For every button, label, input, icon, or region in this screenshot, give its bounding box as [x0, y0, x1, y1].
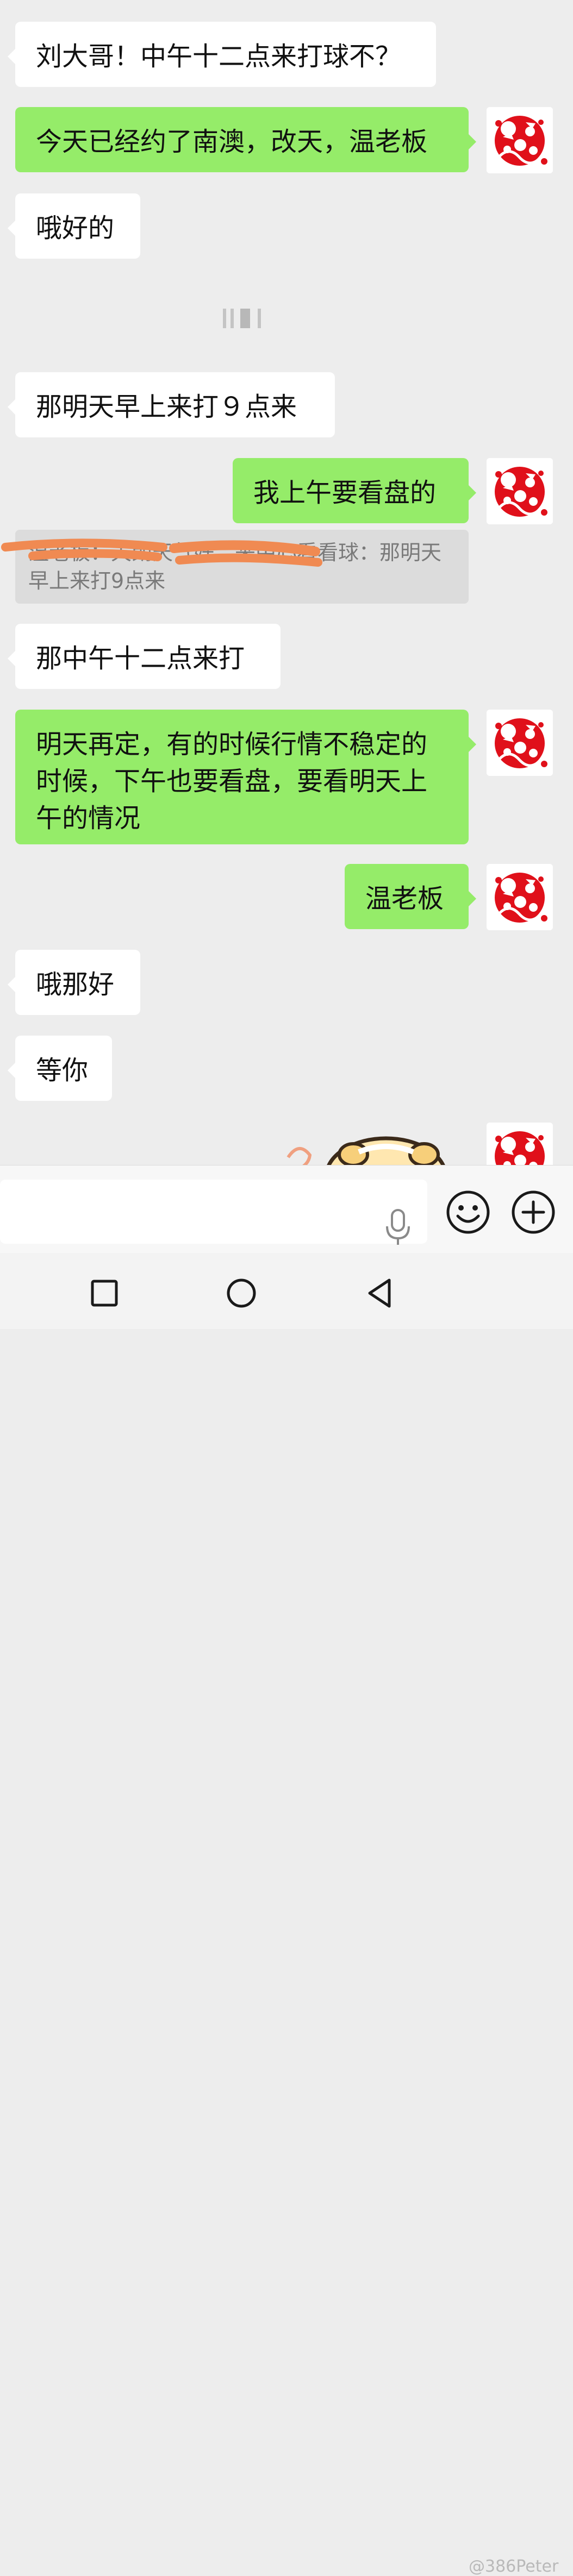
message-text: 那中午十二点来打 [36, 643, 245, 674]
message-text: 今天已经约了南澳，改天，温老板 [36, 127, 428, 157]
message-text: 哦那好 [36, 969, 115, 1000]
avatar[interactable] [487, 107, 553, 173]
message-incoming[interactable]: 刘大哥！中午十二点来打球不？ [8, 22, 436, 87]
avatar[interactable] [487, 1123, 553, 1165]
message-outgoing[interactable]: 今天已经约了南澳，改天，温老板 [15, 107, 476, 172]
message-incoming[interactable]: 哦那好 [8, 950, 140, 1015]
message-text: 刘大哥！中午十二点来打球不？ [36, 41, 402, 72]
message-text: 那明天早上来打９点来 [36, 392, 297, 422]
avatar[interactable] [487, 710, 553, 776]
message-text: 等你 [36, 1055, 89, 1086]
message-incoming[interactable]: 等你 [8, 1036, 112, 1101]
avatar[interactable] [487, 458, 553, 524]
watermark: @386Peter [469, 2557, 559, 2576]
message-text: 我上午要看盘的 [253, 478, 437, 508]
message-incoming[interactable]: 哦好的 [8, 193, 140, 259]
system-navigation-bar: @386Peter [0, 1253, 573, 2576]
emoji-icon[interactable] [446, 1190, 490, 1234]
microphone-icon[interactable] [383, 1208, 413, 1247]
message-outgoing[interactable]: 温老板 [345, 864, 476, 929]
triangle-back-icon[interactable] [363, 1277, 396, 1309]
message-incoming[interactable]: 那中午十二点来打 [8, 624, 281, 689]
circle-icon[interactable] [225, 1277, 258, 1309]
loading-indicator-icon [223, 309, 261, 328]
redaction-scribble [1, 538, 322, 567]
message-text: 哦好的 [36, 213, 115, 243]
message-outgoing[interactable]: 明天再定，有的时候行情不稳定的时候，下午也要看盘，要看明天上午的情况 [15, 710, 476, 844]
square-icon[interactable] [88, 1277, 121, 1309]
message-input[interactable] [0, 1180, 427, 1247]
chat-area[interactable]: 刘大哥！中午十二点来打球不？ 今天已经约了南澳，改天，温老板 哦好的 那明天早上… [0, 0, 573, 1165]
plus-icon[interactable] [511, 1190, 556, 1234]
message-text: 温老板 [365, 883, 444, 914]
input-bar [0, 1165, 573, 1253]
message-text: 明天再定，有的时候行情不稳定的时候，下午也要看盘，要看明天上午的情况 [36, 729, 428, 833]
sticker-image[interactable] [277, 1125, 457, 1165]
message-outgoing[interactable]: 我上午要看盘的 [233, 458, 476, 523]
message-incoming[interactable]: 那明天早上来打９点来 [8, 372, 335, 437]
avatar[interactable] [487, 864, 553, 930]
